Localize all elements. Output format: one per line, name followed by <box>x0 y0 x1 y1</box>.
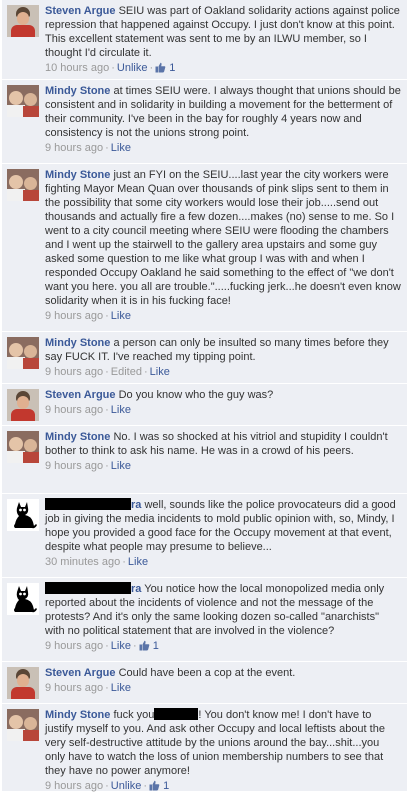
like-count: 1 <box>152 640 159 652</box>
comment-meta: 9 hours ago · Edited · Like <box>45 366 170 378</box>
black-cat-icon[interactable] <box>7 583 39 615</box>
like-link[interactable]: Like <box>128 556 148 568</box>
like-count-button[interactable]: 1 <box>149 780 169 792</box>
mindy-avatar[interactable] <box>7 337 39 369</box>
edited-label[interactable]: Edited <box>111 366 142 378</box>
unlike-link[interactable]: Unlike <box>117 62 148 74</box>
comment-author[interactable]: Mindy Stone <box>45 169 110 181</box>
like-link[interactable]: Like <box>111 310 131 322</box>
comment-meta: 9 hours ago · Like · 1 <box>45 640 159 652</box>
comment-text: Do you know who the guy was? <box>118 389 274 401</box>
like-count: 1 <box>169 62 176 74</box>
like-count: 1 <box>163 780 170 792</box>
comment-meta: 9 hours ago · Like <box>45 460 131 472</box>
comment-author[interactable]: Mindy Stone <box>45 337 110 349</box>
comment-meta: 9 hours ago · Like <box>45 682 131 694</box>
like-link[interactable]: Like <box>111 640 131 652</box>
comment-author[interactable]: Mindy Stone <box>45 85 110 97</box>
comment-thread: Steven Argue SEIU was part of Oakland so… <box>2 0 407 792</box>
comment: ra well, sounds like the police provocat… <box>2 494 407 578</box>
thumbs-up-icon <box>149 780 160 791</box>
black-cat-icon[interactable] <box>7 499 39 531</box>
steven-avatar[interactable] <box>7 5 39 37</box>
mindy-avatar[interactable] <box>7 85 39 117</box>
comment-timestamp[interactable]: 9 hours ago <box>45 366 103 378</box>
comment-author[interactable]: ra <box>131 583 141 595</box>
comment-author[interactable]: Steven Argue <box>45 389 116 401</box>
unlike-link[interactable]: Unlike <box>111 780 142 792</box>
comment-timestamp[interactable]: 9 hours ago <box>45 310 103 322</box>
comment-timestamp[interactable]: 9 hours ago <box>45 460 103 472</box>
redacted-author-name <box>45 498 131 510</box>
redacted-name <box>154 708 199 720</box>
comment-text-start: fuck you <box>113 709 155 721</box>
comment-meta: 9 hours ago · Like <box>45 142 131 154</box>
comment-author[interactable]: Mindy Stone <box>45 431 110 443</box>
comment: Mindy Stone just an FYI on the SEIU....l… <box>2 164 407 332</box>
like-link[interactable]: Like <box>150 366 170 378</box>
like-link[interactable]: Like <box>111 142 131 154</box>
comment-timestamp[interactable]: 9 hours ago <box>45 780 103 792</box>
steven-avatar[interactable] <box>7 389 39 421</box>
mindy-avatar[interactable] <box>7 709 39 741</box>
comment-text: just an FYI on the SEIU....last year the… <box>45 169 401 307</box>
thumbs-up-icon <box>155 62 166 73</box>
comment-author[interactable]: Steven Argue <box>45 5 116 17</box>
comment-meta: 10 hours ago · Unlike · 1 <box>45 62 176 74</box>
comment-timestamp[interactable]: 9 hours ago <box>45 640 103 652</box>
comment: Steven Argue Do you know who the guy was… <box>2 384 407 426</box>
comment: Steven Argue Could have been a cop at th… <box>2 662 407 704</box>
comment-meta: 9 hours ago · Unlike · 1 <box>45 780 170 792</box>
thumbs-up-icon <box>139 640 149 651</box>
like-link[interactable]: Like <box>111 682 131 694</box>
comment: ra You notice how the local monopolized … <box>2 578 407 662</box>
comment: Steven Argue SEIU was part of Oakland so… <box>2 0 407 80</box>
steven-avatar[interactable] <box>7 667 39 699</box>
comment-meta: 9 hours ago · Like <box>45 404 131 416</box>
comment-text: Could have been a cop at the event. <box>118 667 296 679</box>
comment: Mindy Stone fuck you! You don't know me!… <box>2 704 407 792</box>
comment: Mindy Stone a person can only be insulte… <box>2 332 407 384</box>
comment: Mindy Stone No. I was so shocked at his … <box>2 426 407 494</box>
like-count-button[interactable]: 1 <box>139 640 159 652</box>
comment-timestamp[interactable]: 9 hours ago <box>45 142 103 154</box>
comment: Mindy Stone at times SEIU were. I always… <box>2 80 407 164</box>
comment-author[interactable]: Mindy Stone <box>45 709 110 721</box>
comment-author[interactable]: Steven Argue <box>45 667 116 679</box>
mindy-avatar[interactable] <box>7 169 39 201</box>
comment-meta: 9 hours ago · Like <box>45 310 131 322</box>
comment-timestamp[interactable]: 10 hours ago <box>45 62 109 74</box>
redacted-author-name <box>45 582 131 594</box>
like-link[interactable]: Like <box>111 460 131 472</box>
like-link[interactable]: Like <box>111 404 131 416</box>
mindy-avatar[interactable] <box>7 431 39 463</box>
comment-timestamp[interactable]: 30 minutes ago <box>45 556 120 568</box>
comment-author[interactable]: ra <box>131 499 141 511</box>
comment-meta: 30 minutes ago · Like <box>45 556 149 568</box>
comment-timestamp[interactable]: 9 hours ago <box>45 682 103 694</box>
like-count-button[interactable]: 1 <box>155 62 175 74</box>
comment-timestamp[interactable]: 9 hours ago <box>45 404 103 416</box>
